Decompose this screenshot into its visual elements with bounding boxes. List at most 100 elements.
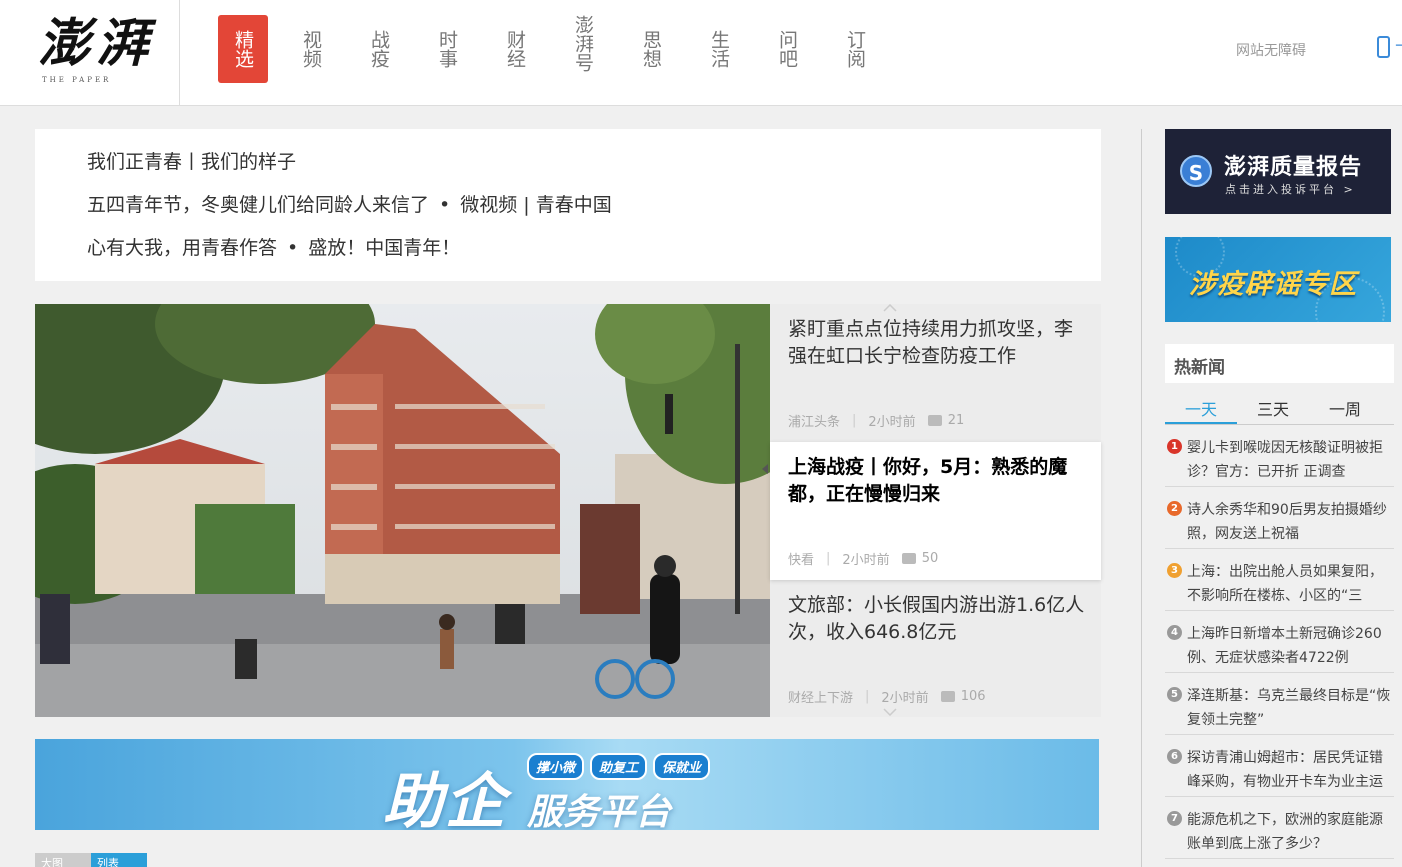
tab-one-day[interactable]: 一天 <box>1165 383 1237 424</box>
tab-one-week[interactable]: 一周 <box>1309 383 1381 424</box>
chevron-down-icon[interactable] <box>883 708 897 716</box>
service-platform-banner[interactable]: 助企 撑小微 助复工 保就业 服务平台 <box>35 739 1099 830</box>
topic-link[interactable]: 心有大我，用青春作答 <box>87 237 277 259</box>
logo-subtitle: THE PAPER <box>42 76 112 84</box>
view-toggle: 大图 列表 <box>35 853 147 867</box>
ad-subtitle: 点击进入投诉平台 > <box>1225 183 1356 196</box>
hot-news-link[interactable]: 探访青浦山姆超市：居民凭证错峰采购，有物业开卡车为业主运货 <box>1187 746 1394 794</box>
list-item[interactable]: 1 婴儿卡到喉咙因无核酸证明被拒诊？官方：已开折 正调查 <box>1165 425 1394 487</box>
nav-item-featured[interactable]: 精选 <box>218 15 268 83</box>
headline-source[interactable]: 财经上下游 <box>788 687 853 706</box>
topic-link[interactable]: 五四青年节，冬奥健儿们给同龄人来信了 <box>87 194 429 216</box>
nav-item-thought[interactable]: 思想 <box>626 15 676 83</box>
accessibility-link[interactable]: 网站无障碍 <box>1236 40 1306 60</box>
hot-news-link[interactable]: 诗人余秀华和90后男友拍摄婚纱照，网友送上祝福 <box>1187 498 1394 546</box>
rank-badge: 4 <box>1167 625 1182 640</box>
site-logo[interactable]: 澎湃 THE PAPER <box>0 0 180 106</box>
active-pointer-icon <box>762 464 768 474</box>
tab-three-days[interactable]: 三天 <box>1237 383 1309 424</box>
feature-headline-item[interactable]: 文旅部：小长假国内游出游1.6亿人次，收入646.8亿元 财经上下游 | 2小时… <box>770 580 1101 718</box>
ad-title: 涉疫辟谣专区 <box>1189 269 1357 300</box>
rank-badge: 1 <box>1167 439 1182 454</box>
main-nav: 精选 视频 战疫 时事 财经 澎湃号 思想 生活 问吧 订阅 <box>218 15 898 83</box>
banner-main-text: 助企 <box>383 767 507 830</box>
list-item[interactable]: 7 能源危机之下，欧洲的家庭能源账单到底上涨了多少？ <box>1165 797 1394 859</box>
phone-icon[interactable] <box>1377 36 1390 58</box>
hot-news-tabs: 一天 三天 一周 <box>1165 383 1394 425</box>
site-header: 澎湃 THE PAPER 精选 视频 战疫 时事 财经 澎湃号 思想 生活 问吧… <box>0 0 1402 106</box>
hot-news-link[interactable]: 婴儿卡到喉咙因无核酸证明被拒诊？官方：已开折 正调查 <box>1187 436 1394 484</box>
headline-source[interactable]: 快看 <box>788 549 814 568</box>
nav-item-current-affairs[interactable]: 时事 <box>422 15 472 83</box>
list-view-button[interactable]: 列表 <box>91 853 147 867</box>
list-item[interactable]: 2 诗人余秀华和90后男友拍摄婚纱照，网友送上祝福 <box>1165 487 1394 549</box>
feature-headline-item[interactable]: 紧盯重点点位持续用力抓攻坚，李强在虹口长宁检查防疫工作 浦江头条 | 2小时前 … <box>770 304 1101 442</box>
rank-badge: 2 <box>1167 501 1182 516</box>
topic-line: 心有大我，用青春作答 • 盛放！中国青年！ <box>87 233 1101 276</box>
comment-icon <box>927 415 942 426</box>
topic-links-panel: 我们正青春丨我们的样子 五四青年节，冬奥健儿们给同龄人来信了 • 微视频 | 青春中… <box>35 129 1101 281</box>
feature-carousel: 紧盯重点点位持续用力抓攻坚，李强在虹口长宁检查防疫工作 浦江头条 | 2小时前 … <box>35 304 1101 717</box>
headline-time: 2小时前 <box>881 691 929 706</box>
headline-meta: 财经上下游 | 2小时前 106 <box>788 687 986 706</box>
nav-item-finance[interactable]: 财经 <box>490 15 540 83</box>
hot-news-list: 1 婴儿卡到喉咙因无核酸证明被拒诊？官方：已开折 正调查 2 诗人余秀华和90后男友拍… <box>1165 425 1394 859</box>
headline-title: 紧盯重点点位持续用力抓攻坚，李强在虹口长宁检查防疫工作 <box>788 318 1074 367</box>
comment-icon <box>940 691 955 702</box>
topic-link[interactable]: 我们正青春丨我们的样子 <box>87 151 296 173</box>
rank-badge: 7 <box>1167 811 1182 826</box>
separator-dot: • <box>439 194 451 216</box>
hot-news-link[interactable]: 泽连斯基：乌克兰最终目标是“恢复领土完整” <box>1187 684 1394 732</box>
quality-report-ad[interactable]: S 澎湃质量报告 点击进入投诉平台 > <box>1165 129 1391 214</box>
download-app-link[interactable]: 下 <box>1395 38 1402 62</box>
hot-news-title: 热新闻 <box>1165 344 1394 383</box>
nav-item-ask[interactable]: 问吧 <box>762 15 812 83</box>
banner-tag: 保就业 <box>653 753 711 780</box>
nav-item-subscribe[interactable]: 订阅 <box>830 15 880 83</box>
topic-link[interactable]: 微视频 | 青春中国 <box>460 194 611 216</box>
logo-text: 澎湃 <box>38 13 155 74</box>
nav-item-epidemic[interactable]: 战疫 <box>354 15 404 83</box>
separator-dot: • <box>287 237 299 259</box>
banner-tag: 助复工 <box>590 753 648 780</box>
comment-count: 50 <box>921 551 939 566</box>
topic-line: 我们正青春丨我们的样子 <box>87 147 1101 190</box>
column-divider <box>1141 129 1142 867</box>
hot-news-link[interactable]: 上海昨日新增本土新冠确诊260例、无症状感染者4722例 <box>1187 622 1394 670</box>
list-item[interactable]: 5 泽连斯基：乌克兰最终目标是“恢复领土完整” <box>1165 673 1394 735</box>
comment-icon <box>901 553 916 564</box>
feature-headlines: 紧盯重点点位持续用力抓攻坚，李强在虹口长宁检查防疫工作 浦江头条 | 2小时前 … <box>762 304 1101 718</box>
rank-badge: 3 <box>1167 563 1182 578</box>
rumor-debunk-ad[interactable]: 涉疫辟谣专区 <box>1165 237 1391 322</box>
headline-time: 2小时前 <box>842 553 890 568</box>
feature-photo[interactable] <box>35 304 770 717</box>
banner-sub-text: 服务平台 <box>527 792 672 830</box>
ad-logo-icon: S <box>1180 155 1212 187</box>
big-image-view-button[interactable]: 大图 <box>35 853 91 867</box>
hot-news-link[interactable]: 能源危机之下，欧洲的家庭能源账单到底上涨了多少？ <box>1187 808 1394 856</box>
nav-item-video[interactable]: 视频 <box>286 15 336 83</box>
topic-line: 五四青年节，冬奥健儿们给同龄人来信了 • 微视频 | 青春中国 <box>87 190 1101 233</box>
hot-news-panel: 热新闻 一天 三天 一周 1 婴儿卡到喉咙因无核酸证明被拒诊？官方：已开折 正调查… <box>1165 344 1394 859</box>
feature-headline-item-active[interactable]: 上海战疫丨你好，5月：熟悉的魔都，正在慢慢归来 快看 | 2小时前 50 <box>762 442 1101 580</box>
ad-title: 澎湃质量报告 <box>1224 155 1363 180</box>
comment-count: 106 <box>960 689 986 704</box>
headline-meta: 浦江头条 | 2小时前 21 <box>788 411 965 430</box>
nav-item-life[interactable]: 生活 <box>694 15 744 83</box>
list-item[interactable]: 4 上海昨日新增本土新冠确诊260例、无症状感染者4722例 <box>1165 611 1394 673</box>
list-item[interactable]: 6 探访青浦山姆超市：居民凭证错峰采购，有物业开卡车为业主运货 <box>1165 735 1394 797</box>
list-item[interactable]: 3 上海：出院出舱人员如果复阳，不影响所在楼栋、小区的“三区”… <box>1165 549 1394 611</box>
banner-tags: 撑小微 助复工 保就业 <box>527 753 716 780</box>
chevron-up-icon[interactable] <box>883 304 897 312</box>
rank-badge: 5 <box>1167 687 1182 702</box>
headline-title: 文旅部：小长假国内游出游1.6亿人次，收入646.8亿元 <box>788 594 1085 643</box>
rank-badge: 6 <box>1167 749 1182 764</box>
headline-title: 上海战疫丨你好，5月：熟悉的魔都，正在慢慢归来 <box>788 456 1068 505</box>
topic-link[interactable]: 盛放！中国青年！ <box>308 237 460 259</box>
headline-meta: 快看 | 2小时前 50 <box>788 549 939 568</box>
hot-news-link[interactable]: 上海：出院出舱人员如果复阳，不影响所在楼栋、小区的“三区”… <box>1187 560 1394 608</box>
comment-count: 21 <box>947 413 965 428</box>
headline-source[interactable]: 浦江头条 <box>788 411 840 430</box>
headline-time: 2小时前 <box>868 415 916 430</box>
nav-item-pengpai-account[interactable]: 澎湃号 <box>558 3 608 83</box>
